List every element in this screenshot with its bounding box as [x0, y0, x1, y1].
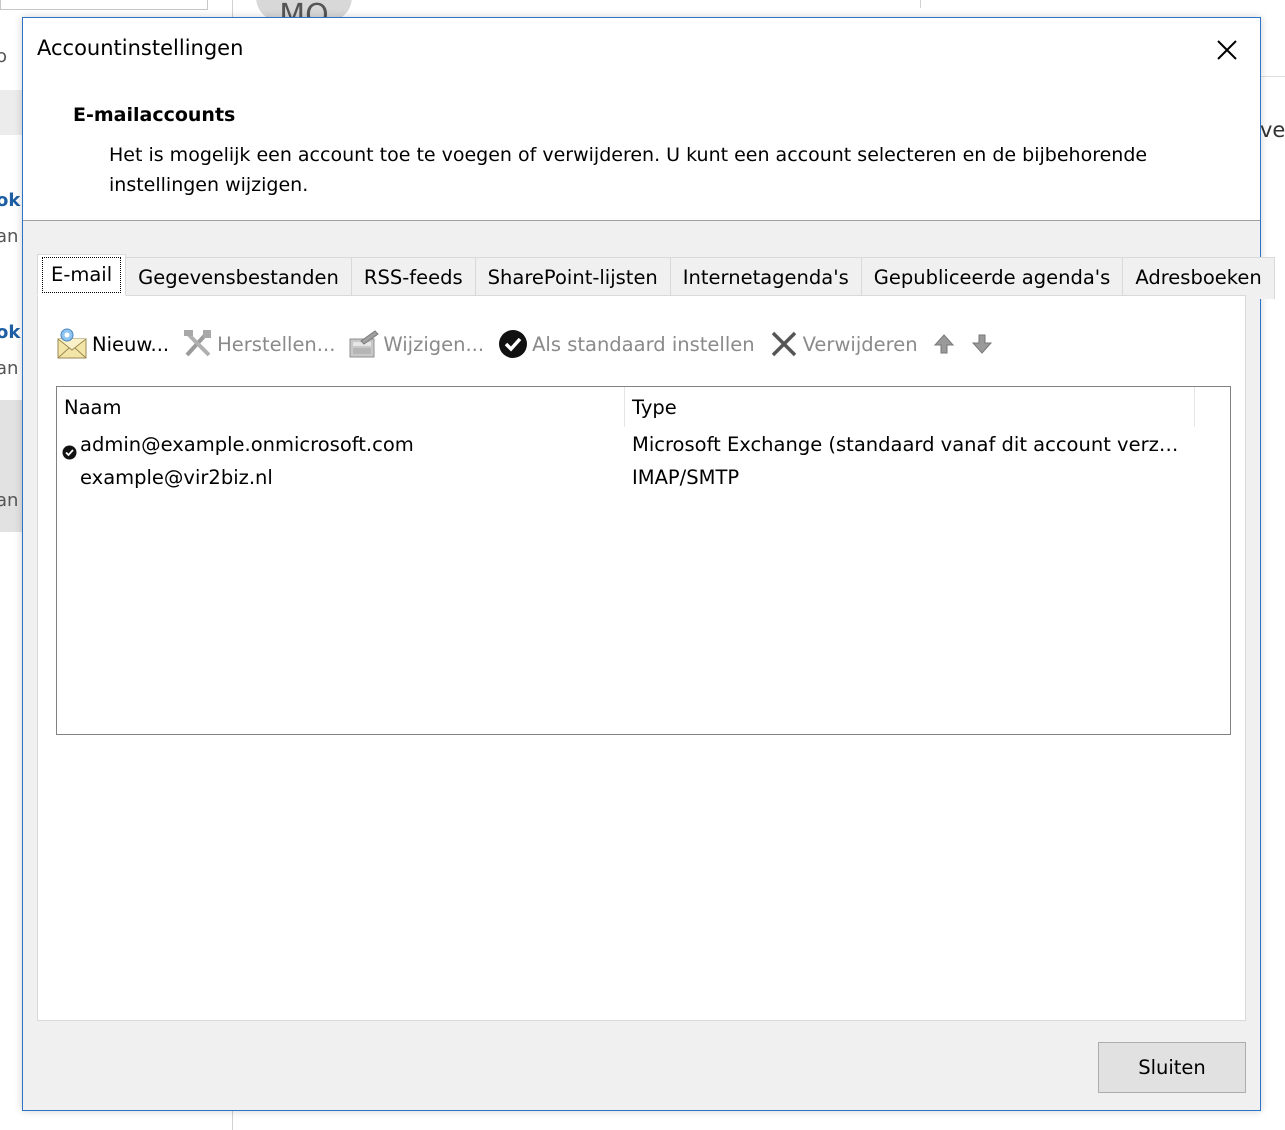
remove-button[interactable]: Verwijderen	[767, 326, 918, 362]
move-down-arrow-icon[interactable]	[968, 330, 996, 358]
tab-bar: E-mail Gegevensbestanden RSS-feeds Share…	[37, 254, 1275, 299]
repair-button[interactable]: Herstellen...	[181, 326, 335, 362]
default-account-check-icon	[62, 437, 77, 460]
tab-label: E-mail	[42, 257, 122, 293]
list-row[interactable]: example@vir2biz.nl IMAP/SMTP	[57, 461, 1229, 494]
tab-internet-calendars[interactable]: Internetagenda's	[670, 257, 862, 299]
tab-email[interactable]: E-mail	[37, 254, 127, 296]
new-account-label: Nieuw...	[92, 332, 170, 356]
remove-x-icon	[767, 327, 801, 361]
background-sidebar-selected	[0, 400, 22, 532]
background-text-fragment: ok	[0, 322, 21, 343]
set-default-button[interactable]: Als standaard instellen	[496, 326, 755, 362]
checkmark-circle-icon	[496, 327, 530, 361]
background-sidebar: o ok an ok an an	[0, 0, 22, 1130]
tab-sharepoint-lists[interactable]: SharePoint-lijsten	[475, 257, 671, 299]
account-settings-dialog: Accountinstellingen E-mailaccounts Het i…	[22, 17, 1275, 1111]
background-sidebar-band	[0, 90, 22, 135]
background-divider	[1260, 76, 1285, 77]
tab-address-books[interactable]: Adresboeken	[1123, 257, 1275, 299]
tools-icon	[181, 327, 215, 361]
account-name: admin@example.onmicrosoft.com	[80, 433, 414, 456]
list-row[interactable]: admin@example.onmicrosoft.com Microsoft …	[57, 428, 1229, 461]
close-icon[interactable]	[1209, 32, 1245, 68]
close-button[interactable]: Sluiten	[1098, 1042, 1246, 1093]
dialog-title: Accountinstellingen	[37, 36, 244, 60]
change-label: Wijzigen...	[383, 332, 485, 356]
background-text-fragment: an	[0, 490, 19, 511]
section-title: E-mailaccounts	[73, 104, 236, 126]
column-header-type[interactable]: Type	[625, 387, 1195, 427]
background-text-fragment: ve	[1260, 118, 1285, 142]
tab-data-files[interactable]: Gegevensbestanden	[126, 257, 352, 299]
account-list[interactable]: Naam Type admin@example.onmicrosoft.com …	[56, 386, 1231, 735]
background-text-fragment: an	[0, 358, 19, 379]
set-default-label: Als standaard instellen	[532, 332, 755, 356]
account-name: example@vir2biz.nl	[80, 466, 273, 489]
section-description: Het is mogelijk een account toe te voege…	[109, 144, 1148, 196]
account-type: IMAP/SMTP	[632, 466, 740, 489]
remove-label: Verwijderen	[802, 332, 918, 356]
account-type: Microsoft Exchange (standaard vanaf dit …	[632, 433, 1187, 456]
tab-published-calendars[interactable]: Gepubliceerde agenda's	[861, 257, 1124, 299]
background-divider	[232, 0, 233, 18]
background-text-fragment: o	[0, 46, 8, 67]
background-divider	[232, 1108, 233, 1130]
new-account-button[interactable]: Nieuw...	[56, 326, 169, 362]
tab-rss-feeds[interactable]: RSS-feeds	[351, 257, 476, 299]
dialog-header: Accountinstellingen E-mailaccounts Het i…	[23, 18, 1260, 221]
change-button[interactable]: Wijzigen...	[347, 326, 484, 362]
background-text-fragment: an	[0, 226, 19, 247]
email-tab-panel: Nieuw... Herstellen... Wijzigen... Als s…	[37, 295, 1246, 1021]
column-header-name[interactable]: Naam	[57, 387, 625, 427]
new-mail-icon	[56, 327, 90, 361]
background-text-fragment: ok	[0, 190, 21, 211]
edit-icon	[347, 327, 381, 361]
background-divider	[920, 0, 921, 8]
repair-label: Herstellen...	[217, 332, 336, 356]
move-up-arrow-icon[interactable]	[930, 330, 958, 358]
background-search-box	[0, 0, 208, 10]
account-toolbar: Nieuw... Herstellen... Wijzigen... Als s…	[56, 326, 1006, 362]
